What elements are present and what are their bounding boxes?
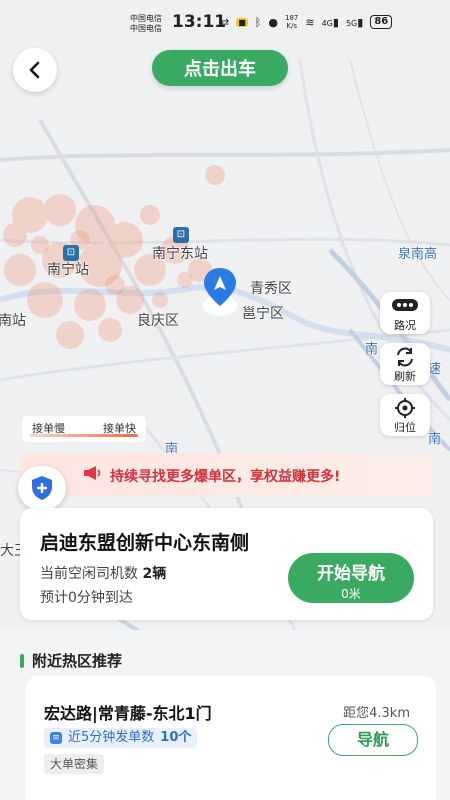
shield-button[interactable] — [18, 466, 66, 510]
map-label-nan-zhan: 南站 — [0, 313, 26, 329]
hot-zone-navigate-button[interactable]: 导航 — [328, 724, 418, 756]
location-icon: ● — [268, 15, 278, 29]
signal-4g-label: 4G — [321, 18, 333, 28]
train-station-icon: ⊡ — [173, 227, 189, 243]
map-label-liangqing: 良庆区 — [137, 313, 179, 329]
nearby-section: 附近热区推荐 宏达路|常青藤-东北1门 距您4.3km ≡ 近5分钟发单数 10… — [0, 630, 450, 800]
hot-zone-card[interactable]: 宏达路|常青藤-东北1门 距您4.3km ≡ 近5分钟发单数 10个 大单密集 … — [26, 676, 436, 800]
idle-label: 当前空闲司机数 — [40, 566, 138, 582]
heat-legend: 接单慢 接单快 — [22, 416, 146, 442]
start-navigation-button[interactable]: 开始导航 0米 — [288, 553, 414, 603]
map-label-highway: 泉南高 — [398, 247, 438, 262]
hot-zone-name: 宏达路|常青藤-东北1门 — [44, 704, 212, 723]
refresh-button[interactable]: 刷新 — [380, 343, 430, 385]
idle-count: 2辆 — [142, 566, 167, 582]
locate-label: 归位 — [394, 421, 416, 434]
carrier-names: 中国电信 中国电信 — [130, 14, 162, 34]
map-label-nanning-east: 南宁东站 — [152, 246, 208, 262]
bluetooth-icon: ᛒ — [254, 15, 262, 29]
map-label-yongning: 邕宁区 — [242, 306, 284, 322]
destination-card: 启迪东盟创新中心东南侧 当前空闲司机数 2辆 预计0分钟到达 开始导航 0米 — [20, 508, 433, 620]
chevron-left-icon — [29, 61, 40, 79]
promo-text: 持续寻找更多爆单区，享权益赚更多! — [110, 469, 341, 485]
status-bar: 中国电信 中国电信 13:11 ⇄ ■ ᛒ ● 187 K/s ≋ 4G▮ 5G▮… — [0, 0, 450, 44]
order-icon: ≡ — [50, 732, 62, 744]
nearby-section-title: 附近热区推荐 — [20, 650, 122, 671]
shield-plus-icon — [32, 476, 52, 500]
traffic-label: 路况 — [394, 319, 416, 332]
wifi-icon: ≋ — [305, 15, 315, 29]
promo-banner[interactable]: 持续寻找更多爆单区，享权益赚更多! — [20, 453, 432, 497]
status-time: 13:11 — [172, 12, 227, 32]
traffic-icon — [380, 295, 430, 317]
refresh-icon — [380, 346, 430, 368]
refresh-label: 刷新 — [394, 370, 416, 383]
status-icons: ⇄ ■ ᛒ ● 187 K/s ≋ 4G▮ 5G▮ 86 — [220, 14, 393, 30]
map-label-highway-mid: 南 — [365, 342, 379, 357]
location-pin-icon — [200, 266, 240, 318]
orders-count: 10个 — [160, 730, 192, 745]
start-navigation-label: 开始导航 — [317, 564, 385, 584]
megaphone-icon — [82, 464, 102, 486]
hot-zone-distance: 距您4.3km — [343, 706, 410, 721]
signal-5g-icon: 5G▮ — [345, 15, 364, 29]
map-label-nanning-station: 南宁站 — [47, 262, 89, 278]
orders-label: 近5分钟发单数 — [68, 730, 155, 745]
back-button[interactable] — [13, 48, 57, 92]
signal-5g-label: 5G — [345, 18, 358, 28]
signal-4g-icon: 4G▮ — [321, 15, 339, 29]
carrier-2: 中国电信 — [130, 24, 162, 33]
depart-button[interactable]: 点击出车 — [152, 50, 288, 86]
legend-gradient-bar — [30, 434, 138, 437]
locate-button[interactable]: 归位 — [380, 394, 430, 436]
battery-icon: 86 — [370, 15, 393, 29]
speed-value: 187 — [285, 14, 299, 22]
hot-zone-tag: 大单密集 — [44, 754, 105, 774]
nfc-icon: ⇄ — [220, 15, 230, 29]
navigation-distance: 0米 — [341, 587, 361, 601]
destination-title: 启迪东盟创新中心东南侧 — [40, 532, 250, 554]
carrier-1: 中国电信 — [130, 14, 162, 23]
network-speed: 187 K/s — [285, 14, 298, 30]
traffic-button[interactable]: 路况 — [380, 292, 430, 334]
hot-zone-orders: ≡ 近5分钟发单数 10个 — [44, 728, 198, 748]
app-badge-icon: ■ — [236, 17, 248, 27]
locate-icon — [380, 397, 430, 419]
idle-drivers: 当前空闲司机数 2辆 — [40, 563, 166, 583]
eta-text: 预计0分钟到达 — [40, 590, 133, 606]
map-label-qingxiu: 青秀区 — [250, 281, 292, 297]
speed-unit: K/s — [286, 22, 297, 30]
